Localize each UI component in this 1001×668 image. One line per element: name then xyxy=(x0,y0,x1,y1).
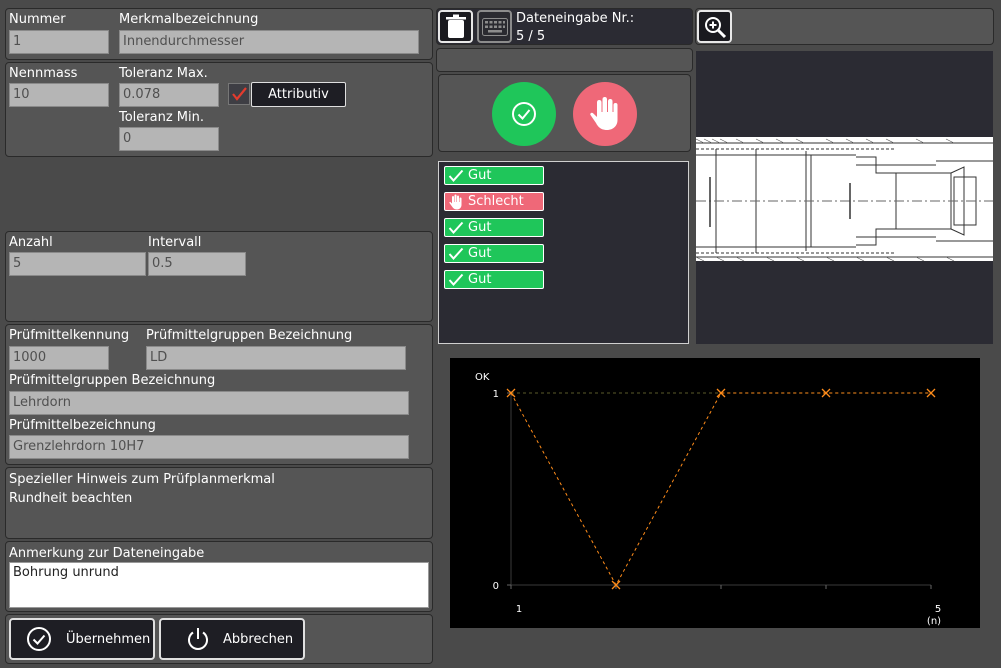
uebernehmen-button[interactable]: Übernehmen xyxy=(9,618,155,660)
delete-button[interactable] xyxy=(438,10,473,43)
schlecht-button[interactable] xyxy=(573,82,637,146)
pruefmittelgruppe-field-2[interactable]: Lehrdorn xyxy=(9,391,409,415)
result-row-2[interactable]: Schlecht xyxy=(444,192,544,211)
technical-drawing xyxy=(696,137,993,261)
merkmal-panel: Nummer 1 Merkmalbezeichnung Innendurchme… xyxy=(5,8,433,60)
nummer-label: Nummer xyxy=(9,12,66,27)
abbrechen-label: Abbrechen xyxy=(223,632,294,647)
result-row-1[interactable]: Gut xyxy=(444,166,544,185)
merkmalbezeichnung-field[interactable]: Innendurchmesser xyxy=(119,30,419,54)
attributiv-label: Attributiv xyxy=(268,87,329,102)
toleranz-min-label: Toleranz Min. xyxy=(119,110,205,125)
hinweis-text: Rundheit beachten xyxy=(9,491,133,506)
pruefmittelgruppe-label-1: Prüfmittelgruppen Bezeichnung xyxy=(146,328,353,343)
pruefmittelkennung-field[interactable]: 1000 xyxy=(9,346,109,370)
middle-spacer-panel xyxy=(436,48,693,72)
x-tick-label-5: 5 xyxy=(935,604,941,615)
anzahl-field[interactable]: 5 xyxy=(9,252,146,276)
uebernehmen-label: Übernehmen xyxy=(66,632,151,647)
checkmark-icon xyxy=(448,273,464,286)
nummer-field[interactable]: 1 xyxy=(9,30,109,54)
pruefmittelkennung-label: Prüfmittelkennung xyxy=(9,328,130,343)
hand-stop-icon xyxy=(449,194,462,210)
attributiv-button[interactable]: Attributiv xyxy=(251,82,346,107)
dateneingabe-label: Dateneingabe Nr.: xyxy=(516,11,635,26)
toleranz-max-label: Toleranz Max. xyxy=(119,66,208,81)
hand-stop-icon xyxy=(590,97,618,130)
checkmark-icon xyxy=(448,221,464,234)
merkmalbezeichnung-label: Merkmalbezeichnung xyxy=(119,12,259,27)
nennmass-label: Nennmass xyxy=(9,66,78,81)
anmerkung-text: Bohrung unrund xyxy=(13,565,119,580)
pruefmittel-panel: Prüfmittelkennung 1000 Prüfmittelgruppen… xyxy=(5,324,433,465)
result-label: Gut xyxy=(468,272,492,287)
chart-svg: OK101 5(n) xyxy=(475,372,941,627)
check-circle-icon xyxy=(27,627,51,651)
zoom-in-icon xyxy=(705,17,727,39)
keyboard-icon xyxy=(482,18,508,36)
hinweis-label: Spezieller Hinweis zum Prüfplanmerkmal xyxy=(9,472,275,487)
anzahl-label: Anzahl xyxy=(9,235,53,250)
pruefmittelbezeichnung-field[interactable]: Grenzlehrdorn 10H7 xyxy=(9,435,409,459)
actions-panel: Übernehmen Abbrechen xyxy=(5,614,433,664)
pruefmittelbezeichnung-label: Prüfmittelbezeichnung xyxy=(9,418,156,433)
series-line xyxy=(510,392,931,587)
result-label: Gut xyxy=(468,168,492,183)
checkmark-icon xyxy=(448,169,464,182)
keyboard-button[interactable] xyxy=(477,10,512,43)
result-row-4[interactable]: Gut xyxy=(444,244,544,263)
result-row-5[interactable]: Gut xyxy=(444,270,544,289)
anmerkung-panel: Anmerkung zur Dateneingabe Bohrung unrun… xyxy=(5,541,433,612)
anmerkung-label: Anmerkung zur Dateneingabe xyxy=(9,546,205,561)
image-toolbar xyxy=(695,8,994,45)
intervall-label: Intervall xyxy=(148,235,202,250)
dateneingabe-counter: 5 / 5 xyxy=(516,29,546,44)
toleranz-min-field[interactable]: 0 xyxy=(119,127,219,151)
part-drawing-image xyxy=(696,51,993,344)
result-label: Schlecht xyxy=(468,194,524,209)
anmerkung-textarea[interactable]: Bohrung unrund xyxy=(9,562,429,608)
checkmark-icon xyxy=(232,87,247,101)
nennmass-field[interactable]: 10 xyxy=(9,83,109,107)
abbrechen-button[interactable]: Abbrechen xyxy=(159,618,305,660)
y-tick-label-0: 0 xyxy=(493,581,499,592)
power-icon xyxy=(188,628,208,650)
pruefmittelgruppe-label-2: Prüfmittelgruppen Bezeichnung xyxy=(9,373,216,388)
y-tick-label-1: 1 xyxy=(493,389,499,400)
attributiv-checkbox[interactable] xyxy=(228,83,250,105)
dateneingabe-toolbar: Dateneingabe Nr.: 5 / 5 xyxy=(436,8,693,45)
result-label: Gut xyxy=(468,246,492,261)
ok-chart: OK 1 0 1 5 (n) xyxy=(450,358,980,628)
zoom-button[interactable] xyxy=(697,10,732,43)
trash-icon xyxy=(446,14,466,38)
toleranz-max-field[interactable]: 0.078 xyxy=(119,83,219,107)
check-circle-icon xyxy=(512,102,536,126)
toleranz-panel: Nennmass 10 Toleranz Max. 0.078 Attribut… xyxy=(5,62,433,157)
hinweis-panel: Spezieller Hinweis zum Prüfplanmerkmal R… xyxy=(5,467,433,539)
checkmark-icon xyxy=(448,247,464,260)
pruefmittelgruppe-field-1[interactable]: LD xyxy=(146,346,406,370)
result-label: Gut xyxy=(468,220,492,235)
entry-buttons-panel xyxy=(438,74,691,152)
result-row-3[interactable]: Gut xyxy=(444,218,544,237)
gut-button[interactable] xyxy=(492,82,556,146)
x-tick-label-1: 1 xyxy=(516,604,522,615)
stichprobe-panel: Anzahl 5 Intervall 0.5 xyxy=(5,231,433,322)
x-axis-unit: (n) xyxy=(927,616,941,627)
y-axis-label: OK xyxy=(475,372,490,383)
intervall-field[interactable]: 0.5 xyxy=(148,252,246,276)
